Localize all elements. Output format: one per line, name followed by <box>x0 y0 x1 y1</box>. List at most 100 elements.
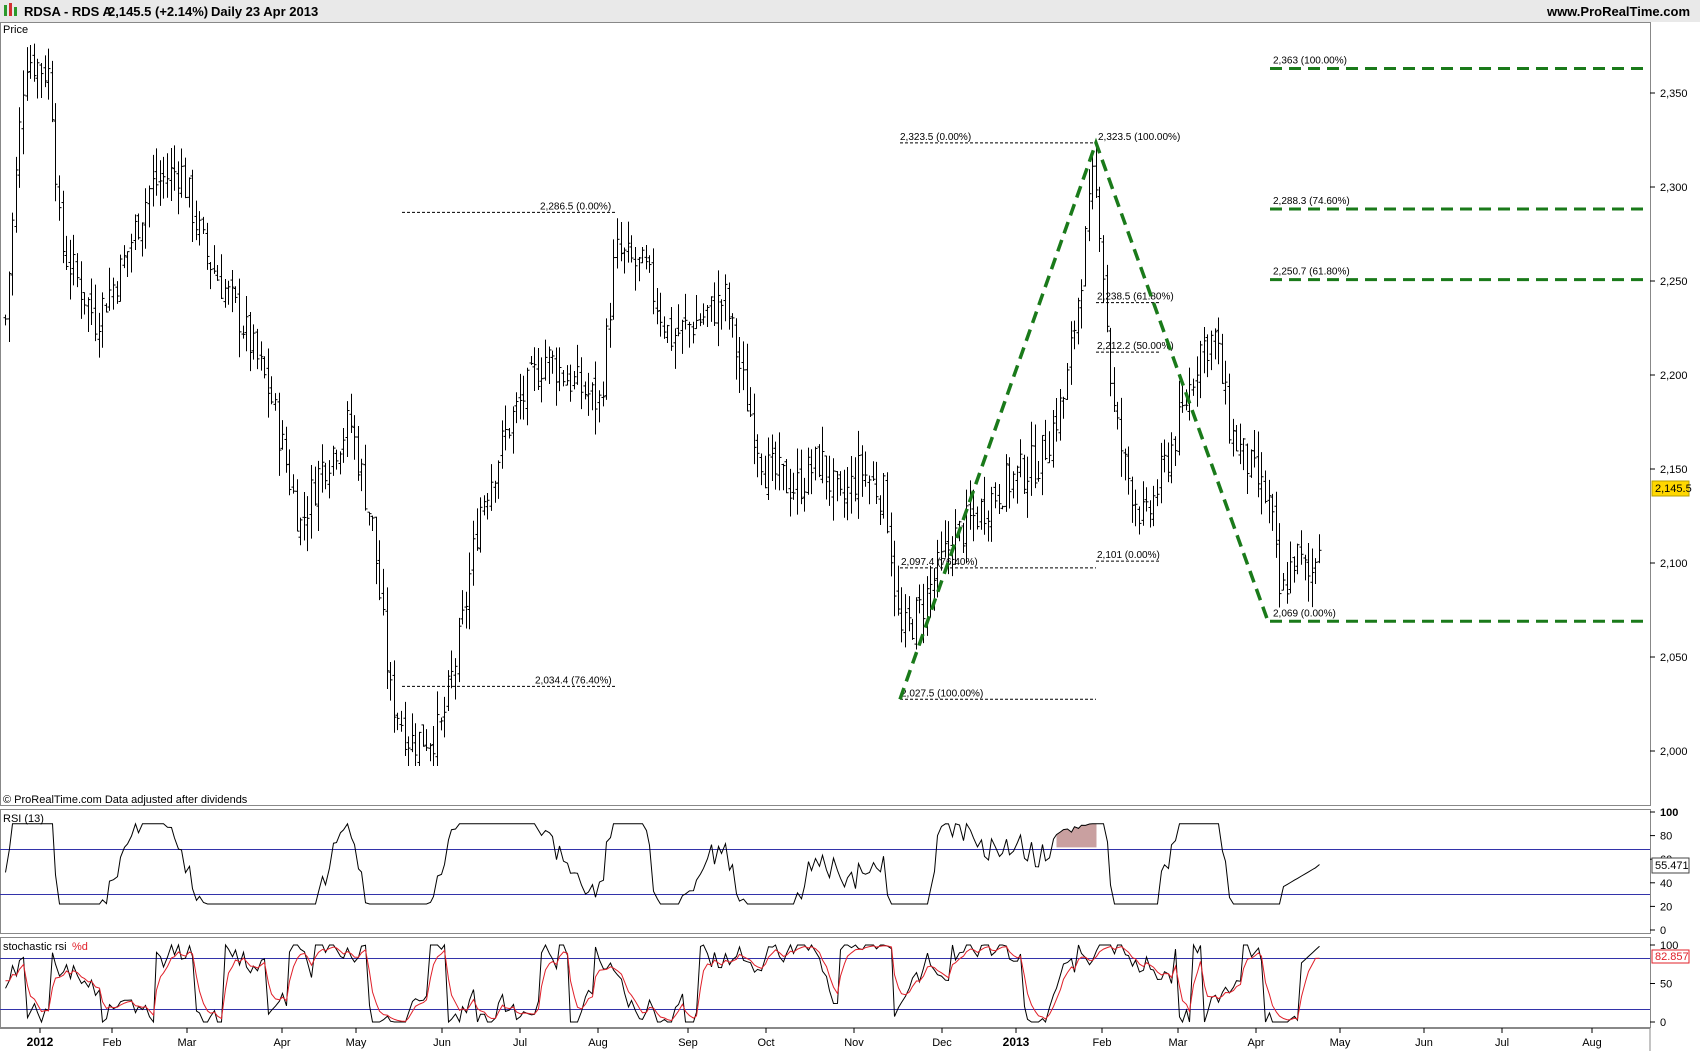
ohlc-bar <box>377 540 382 601</box>
ohlc-bar <box>489 464 494 511</box>
ohlc-bar <box>17 107 22 188</box>
ohlc-bar <box>68 239 73 300</box>
stoch-d-label: %d <box>72 941 88 953</box>
x-tick-label: Jul <box>513 1037 527 1049</box>
ohlc-bar <box>975 506 980 530</box>
price-tick-label: 2,300 <box>1660 182 1688 194</box>
stoch-value-tag: 82.857 <box>1651 949 1690 964</box>
ohlc-bar <box>205 222 210 270</box>
ohlc-bar <box>734 318 739 380</box>
ohlc-bar <box>21 70 26 155</box>
x-tick-label: Nov <box>844 1037 864 1049</box>
ohlc-bar <box>320 444 325 493</box>
ohlc-bar <box>111 277 116 310</box>
ohlc-bar <box>100 292 105 348</box>
ohlc-bar <box>338 451 343 475</box>
ohlc-bar <box>1195 356 1200 407</box>
x-tick-label: Feb <box>1093 1037 1112 1049</box>
price-panel-frame <box>0 22 1651 806</box>
ohlc-bar <box>439 717 444 731</box>
ohlc-bar <box>752 393 757 465</box>
ohlc-bar <box>133 214 138 250</box>
ohlc-bar <box>89 278 94 326</box>
ohlc-bar <box>341 427 346 463</box>
ohlc-bar <box>514 392 519 424</box>
ohlc-bar <box>683 293 688 330</box>
ohlc-bar <box>197 211 202 246</box>
ohlc-bar <box>626 221 631 263</box>
ohlc-bar <box>500 420 505 469</box>
ohlc-bar <box>712 282 717 326</box>
ohlc-bar <box>237 278 242 358</box>
fib-label: 2,027.5 (100.00%) <box>901 688 983 699</box>
ohlc-bar <box>1083 226 1088 287</box>
x-tick-label: Oct <box>757 1037 774 1049</box>
price-tick-label: 2,200 <box>1660 370 1688 382</box>
ohlc-bar <box>1130 476 1135 523</box>
ohlc-bar <box>471 520 476 586</box>
fibonacci-projection-lines: 2,363 (100.00%) 2,288.3 (74.60%) 2,250.7 (… <box>898 56 1650 700</box>
ohlc-bar <box>35 58 40 99</box>
ohlc-bar <box>284 426 289 473</box>
ohlc-bar <box>809 449 814 495</box>
ohlc-bar <box>1173 436 1178 467</box>
price-panel-footer: © ProRealTime.com Data adjusted after di… <box>3 794 248 806</box>
ohlc-bar <box>881 473 886 519</box>
ohlc-bar <box>1220 333 1225 384</box>
ohlc-bar <box>331 445 336 476</box>
ohlc-bar <box>748 387 753 417</box>
ohlc-bar <box>1177 380 1182 456</box>
ohlc-bar <box>273 393 278 411</box>
ohlc-bar <box>79 261 84 319</box>
ohlc-bar <box>813 446 818 481</box>
ohlc-bar <box>547 346 552 384</box>
ohlc-bar <box>449 650 454 689</box>
stoch-tick-label: 0 <box>1660 1017 1666 1029</box>
ohlc-bar <box>1285 562 1290 604</box>
ohlc-bar <box>1061 396 1066 419</box>
ohlc-bar <box>244 295 249 352</box>
x-tick-label: Apr <box>273 1037 290 1049</box>
ohlc-bar <box>493 480 498 503</box>
ohlc-bar <box>705 305 710 327</box>
projection-label: 2,288.3 (74.60%) <box>1273 196 1350 207</box>
ohlc-bar <box>521 375 526 420</box>
ohlc-bar <box>943 520 948 558</box>
ohlc-bar <box>478 497 483 553</box>
ohlc-bar <box>435 691 440 767</box>
ohlc-bar <box>460 590 465 625</box>
ohlc-bar <box>845 466 850 521</box>
price-tick-label: 2,100 <box>1660 558 1688 570</box>
ohlc-bar <box>1310 548 1315 608</box>
site-link[interactable]: www.ProRealTime.com <box>1546 4 1690 19</box>
ohlc-bar <box>676 304 681 337</box>
ohlc-bar <box>1119 397 1124 477</box>
period-label: Daily 23 Apr 2013 <box>211 4 318 19</box>
ohlc-bar <box>428 743 433 762</box>
ohlc-bar <box>269 376 274 405</box>
ohlc-bar <box>190 169 195 243</box>
ohlc-bar <box>1022 454 1027 495</box>
ohlc-bar <box>201 216 206 235</box>
ohlc-bar <box>871 461 876 482</box>
ohlc-bar <box>1011 471 1016 499</box>
symbol-label: RDSA - RDS A <box>24 4 112 19</box>
ohlc-bar <box>1148 500 1153 528</box>
ohlc-bar <box>1256 431 1261 498</box>
ohlc-bar <box>165 153 170 198</box>
ohlc-bar <box>1259 452 1264 515</box>
ohlc-bar <box>158 160 163 206</box>
ohlc-bar <box>1043 419 1048 461</box>
ohlc-bar <box>381 568 386 616</box>
ohlc-bar <box>374 516 379 585</box>
ohlc-bar <box>1144 487 1149 512</box>
ohlc-bar <box>590 382 595 411</box>
ohlc-bar <box>910 618 915 640</box>
ohlc-bar <box>968 480 973 530</box>
x-axis: 2012 Feb Mar Apr May Jun Jul Aug Sep Oct Nov Dec 201… <box>27 1028 1602 1049</box>
ohlc-bar <box>665 324 670 344</box>
ohlc-bar <box>1036 460 1041 482</box>
fib-label: 2,323.5 (100.00%) <box>1098 132 1180 143</box>
ohlc-bar <box>838 471 843 496</box>
projection-label: 2,363 (100.00%) <box>1273 56 1347 67</box>
